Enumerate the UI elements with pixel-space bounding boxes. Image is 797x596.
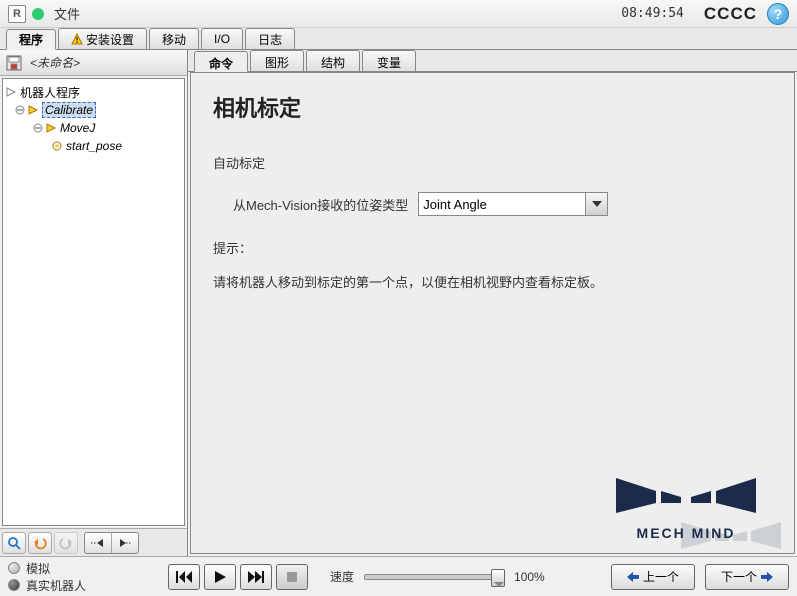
main-tab-bar: 程序 安装设置 移动 I/O 日志 — [0, 28, 797, 50]
tree-node-startpose[interactable]: start_pose — [5, 137, 182, 155]
collapse-icon[interactable] — [15, 105, 25, 115]
subtab-structure[interactable]: 结构 — [306, 50, 360, 71]
redo-button[interactable] — [54, 532, 78, 554]
hint-label: 提示： — [213, 238, 772, 257]
node-icon — [27, 104, 39, 116]
pose-type-label: 从Mech-Vision接收的位姿类型 — [233, 195, 408, 214]
tab-io[interactable]: I/O — [201, 28, 243, 49]
waypoint-icon — [51, 140, 63, 152]
rewind-button[interactable] — [168, 564, 200, 590]
tab-program[interactable]: 程序 — [6, 29, 56, 50]
warning-icon — [71, 33, 83, 45]
tree-root[interactable]: 机器人程序 — [5, 83, 182, 101]
play-button[interactable] — [204, 564, 236, 590]
chevron-down-icon — [585, 193, 607, 215]
radio-icon — [8, 579, 20, 591]
hint-text: 请将机器人移动到标定的第一个点，以便在相机视野内查看标定板。 — [213, 273, 772, 294]
status-code: CCCC — [704, 4, 757, 24]
pose-type-dropdown[interactable]: Joint Angle — [418, 192, 608, 216]
subtab-command[interactable]: 命令 — [194, 51, 248, 72]
collapse-icon[interactable] — [33, 123, 43, 133]
tree-node-calibrate-label: Calibrate — [42, 102, 96, 118]
forward-button[interactable] — [240, 564, 272, 590]
filename: <未命名> — [30, 54, 80, 71]
prev-button[interactable]: 上一个 — [611, 564, 695, 590]
auto-calib-label: 自动标定 — [213, 153, 772, 172]
tree-node-movej-label: MoveJ — [60, 121, 95, 135]
clock: 08:49:54 — [621, 6, 684, 21]
panel-title: 相机标定 — [213, 91, 772, 123]
save-icon[interactable] — [6, 55, 22, 71]
pose-type-value: Joint Angle — [423, 197, 487, 212]
search-button[interactable] — [2, 532, 26, 554]
arrow-left-icon — [627, 572, 639, 582]
sub-tab-bar: 命令 图形 结构 变量 — [188, 50, 797, 72]
next-label: 下一个 — [721, 568, 757, 585]
slider-thumb[interactable] — [491, 569, 505, 587]
tab-installation-label: 安装设置 — [86, 31, 134, 48]
real-mode-row[interactable]: 真实机器人 — [8, 577, 168, 594]
tab-move[interactable]: 移动 — [149, 28, 199, 49]
tree-node-calibrate[interactable]: Calibrate — [5, 101, 182, 119]
subtab-variables[interactable]: 变量 — [362, 50, 416, 71]
ur-logo: R — [8, 5, 26, 23]
file-menu[interactable]: 文件 — [54, 4, 80, 23]
step-forward-button[interactable] — [112, 533, 138, 553]
radio-icon — [8, 562, 20, 574]
step-back-button[interactable] — [85, 533, 111, 553]
tree-node-movej[interactable]: MoveJ — [5, 119, 182, 137]
next-button[interactable]: 下一个 — [705, 564, 789, 590]
stop-button[interactable] — [276, 564, 308, 590]
tab-log[interactable]: 日志 — [245, 28, 295, 49]
subtab-graphics[interactable]: 图形 — [250, 50, 304, 71]
tab-installation[interactable]: 安装设置 — [58, 28, 147, 49]
sim-mode-row[interactable]: 模拟 — [8, 560, 168, 577]
real-label: 真实机器人 — [26, 577, 86, 594]
speed-label: 速度 — [330, 568, 354, 585]
speed-slider[interactable] — [364, 574, 504, 580]
triangle-icon — [5, 86, 17, 98]
sim-label: 模拟 — [26, 560, 50, 577]
speed-value: 100% — [514, 570, 545, 584]
tree-root-label: 机器人程序 — [20, 84, 80, 101]
watermark-icon — [671, 519, 791, 556]
help-icon[interactable]: ? — [767, 3, 789, 25]
arrow-right-icon — [761, 572, 773, 582]
program-tree: 机器人程序 Calibrate MoveJ start_pose — [2, 78, 185, 526]
prev-label: 上一个 — [643, 568, 679, 585]
node-icon — [45, 122, 57, 134]
status-indicator-icon — [32, 8, 44, 20]
tree-node-startpose-label: start_pose — [66, 139, 122, 153]
undo-button[interactable] — [28, 532, 52, 554]
